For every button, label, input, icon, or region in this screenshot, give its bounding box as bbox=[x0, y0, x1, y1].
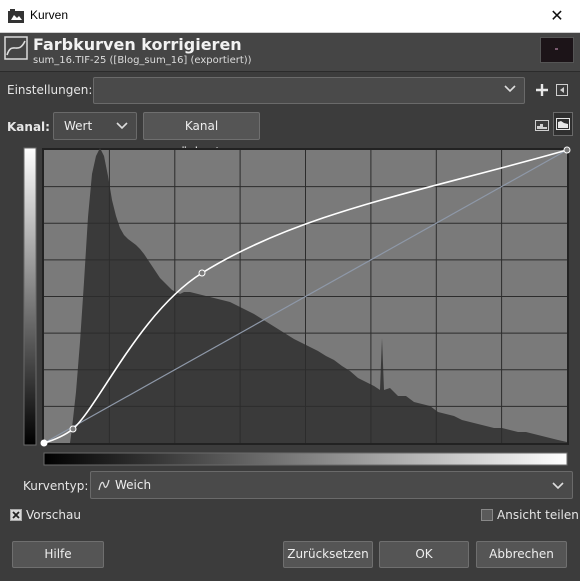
image-thumbnail bbox=[540, 37, 574, 63]
gimp-app-icon bbox=[8, 9, 24, 23]
chevron-down-icon bbox=[552, 482, 564, 490]
settings-label: Einstellungen: bbox=[7, 83, 93, 97]
preview-label: Vorschau bbox=[26, 508, 81, 522]
image-subtitle: sum_16.TIF-25 ([Blog_sum_16] (exportiert… bbox=[33, 55, 252, 66]
reset-button[interactable]: Zurücksetzen bbox=[283, 541, 373, 568]
check-icon bbox=[12, 511, 20, 519]
curve-type-combo[interactable]: Weich bbox=[90, 471, 573, 499]
plus-icon[interactable] bbox=[535, 83, 549, 97]
preview-checkbox[interactable] bbox=[10, 509, 22, 521]
curve-type-label: Kurventyp: bbox=[23, 479, 89, 493]
chevron-down-icon bbox=[504, 85, 516, 93]
close-button[interactable]: ✕ bbox=[534, 0, 580, 32]
linear-histogram-icon[interactable] bbox=[535, 118, 549, 132]
log-histogram-toggle[interactable] bbox=[553, 112, 573, 136]
log-histogram-icon bbox=[556, 118, 570, 130]
curve-point[interactable] bbox=[563, 146, 571, 154]
window-title: Kurven bbox=[30, 8, 69, 22]
reset-channel-button[interactable]: Kanal zurücksetzen bbox=[143, 112, 260, 159]
curve-icon bbox=[4, 36, 28, 60]
split-view-label: Ansicht teilen bbox=[497, 508, 579, 522]
dialog-title: Farbkurven korrigieren bbox=[33, 35, 242, 54]
split-view-checkbox[interactable] bbox=[481, 509, 493, 521]
settings-combo[interactable] bbox=[93, 77, 525, 104]
cancel-button[interactable]: Abbrechen bbox=[476, 541, 567, 568]
curve-point[interactable] bbox=[69, 425, 77, 433]
input-gradient-bar bbox=[23, 147, 37, 446]
menu-arrow-icon[interactable] bbox=[556, 84, 568, 96]
help-button[interactable]: Hilfe bbox=[12, 541, 104, 568]
channel-combo[interactable]: Wert bbox=[53, 112, 137, 140]
curve-editor[interactable] bbox=[0, 142, 580, 472]
chevron-down-icon bbox=[116, 122, 128, 130]
channel-label: Kanal: bbox=[7, 120, 50, 134]
curve-type-value: Weich bbox=[115, 478, 152, 492]
window-title-bar: Kurven ✕ bbox=[0, 0, 580, 33]
output-gradient-bar bbox=[43, 452, 568, 466]
curve-point[interactable] bbox=[40, 439, 48, 447]
smooth-curve-icon bbox=[98, 479, 110, 491]
dialog-header: Farbkurven korrigieren sum_16.TIF-25 ([B… bbox=[0, 33, 580, 72]
curve-point[interactable] bbox=[198, 269, 206, 277]
ok-button[interactable]: OK bbox=[379, 541, 469, 568]
channel-value: Wert bbox=[64, 119, 93, 133]
